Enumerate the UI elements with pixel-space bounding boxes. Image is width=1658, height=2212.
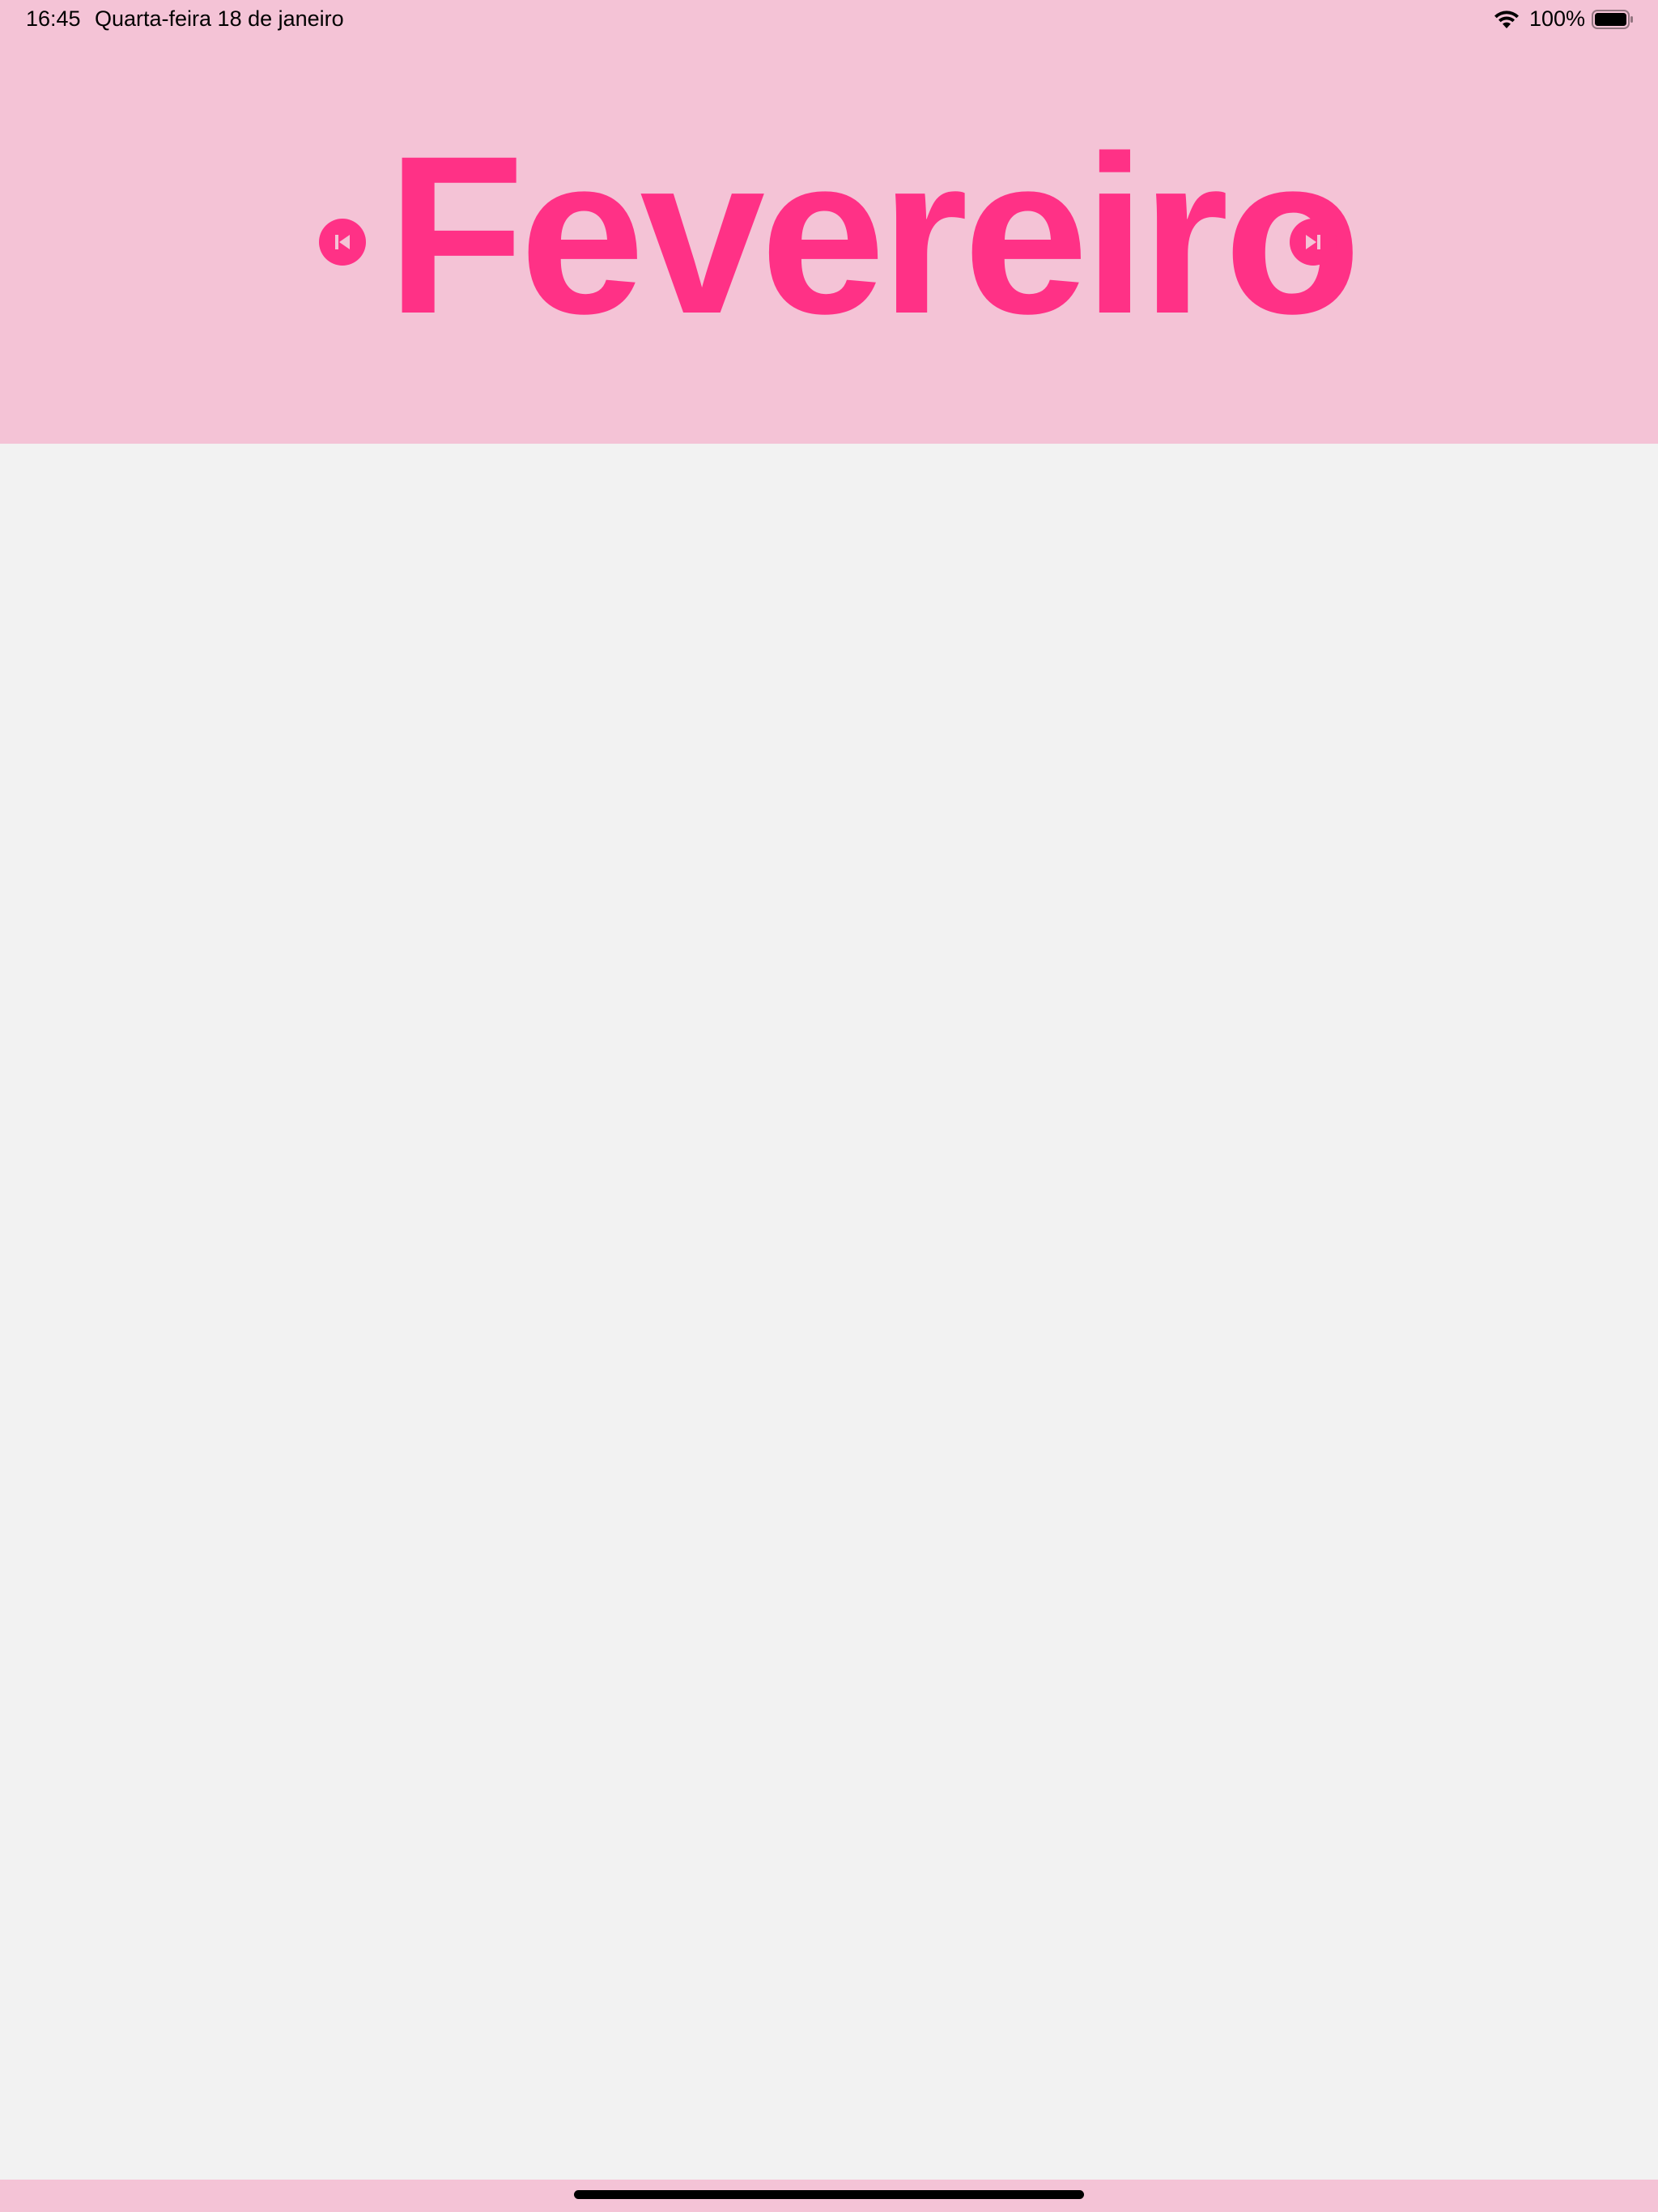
status-date: Quarta-feira 18 de janeiro xyxy=(95,6,344,31)
skip-forward-icon xyxy=(1306,235,1320,249)
header-area: 16:45 Quarta-feira 18 de janeiro 100% Fe… xyxy=(0,0,1658,444)
battery-full-icon xyxy=(1592,9,1633,29)
month-navigation: Fevereiro xyxy=(0,108,1658,360)
previous-month-button[interactable] xyxy=(319,219,366,266)
home-indicator[interactable] xyxy=(574,2190,1084,2199)
status-indicators: 100% xyxy=(1492,6,1634,32)
battery-percent: 100% xyxy=(1528,6,1585,31)
wifi-icon xyxy=(1494,10,1519,28)
status-time: 16:45 xyxy=(26,6,81,31)
status-bar: 16:45 Quarta-feira 18 de janeiro 100% xyxy=(0,0,1658,39)
month-title: Fevereiro xyxy=(387,108,1362,360)
next-month-button[interactable] xyxy=(1290,219,1337,266)
skip-back-icon xyxy=(335,235,350,249)
calendar-content-area xyxy=(0,444,1658,2180)
